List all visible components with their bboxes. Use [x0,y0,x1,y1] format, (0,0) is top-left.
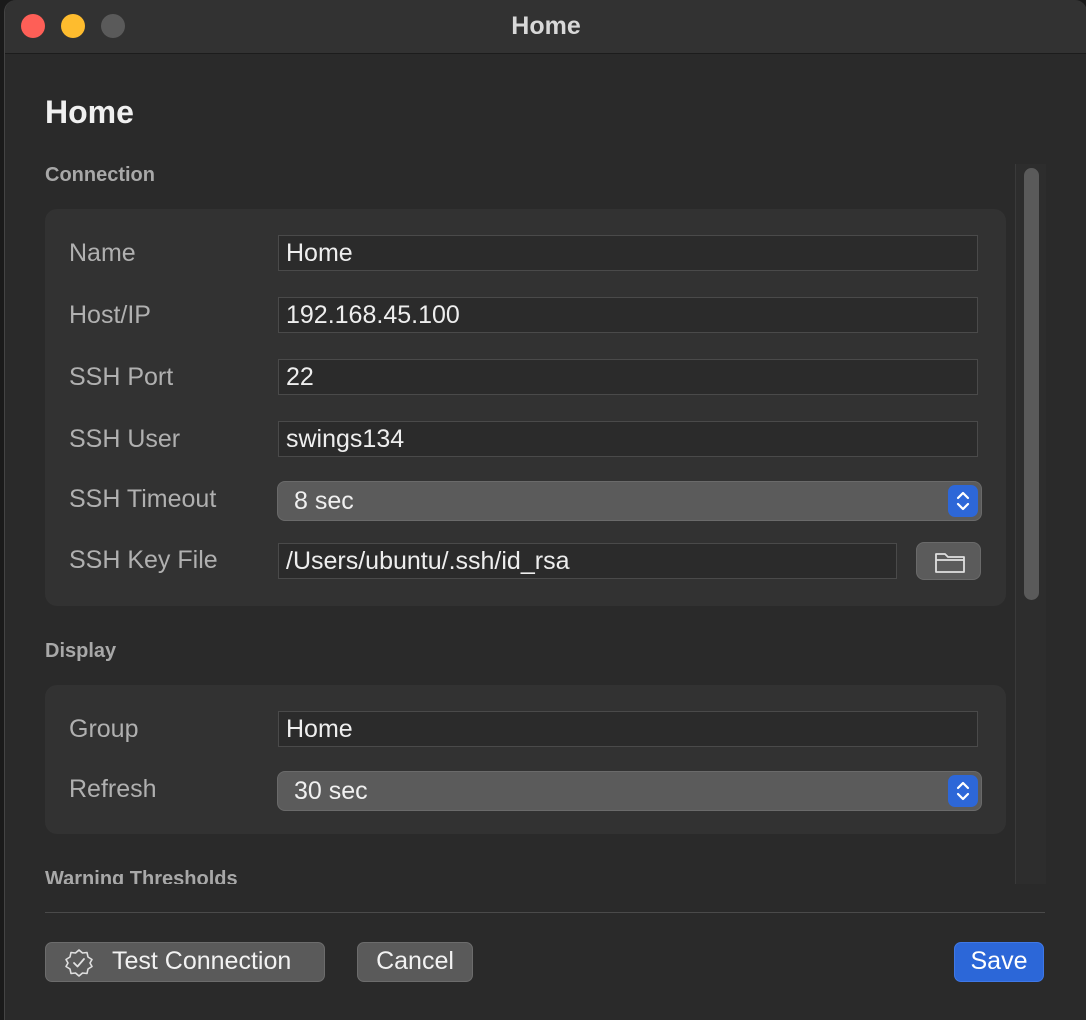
folder-icon [935,553,965,573]
ssh-user-label: SSH User [69,425,181,453]
ssh-key-file-field[interactable] [278,543,897,579]
title-bar: Home [5,0,1086,54]
section-label-warning-thresholds: Warning Thresholds [45,868,238,884]
chevron-up-down-icon [956,781,970,801]
name-label: Name [69,239,136,267]
host-label: Host/IP [69,301,151,329]
ssh-port-label: SSH Port [69,363,174,391]
dialog-window: Home Home Connection Name Host/IP SSH Po… [4,0,1086,1020]
browse-key-file-button[interactable] [916,542,981,580]
name-field[interactable] [278,235,978,271]
refresh-label: Refresh [69,775,157,803]
window-title: Home [511,12,581,40]
refresh-stepper[interactable] [948,775,978,807]
ssh-timeout-select[interactable]: 8 sec [277,481,982,521]
test-connection-label: Test Connection [112,947,292,975]
section-label-connection: Connection [45,164,155,186]
ssh-user-field[interactable] [278,421,978,457]
checkmark-seal-icon [65,949,93,977]
ssh-key-file-label: SSH Key File [69,546,218,574]
connection-panel: Name Host/IP SSH Port SSH User SSH Timeo… [45,209,1006,606]
ssh-timeout-value: 8 sec [294,487,354,515]
footer-divider [45,912,1045,913]
cancel-button[interactable]: Cancel [357,942,473,982]
ssh-timeout-label: SSH Timeout [69,485,217,513]
refresh-select[interactable]: 30 sec [277,771,982,811]
host-field[interactable] [278,297,978,333]
form-scroll-area[interactable]: Connection Name Host/IP SSH Port SSH Use… [5,150,1045,884]
display-panel: Group Refresh 30 sec [45,685,1006,834]
test-connection-button[interactable]: Test Connection [45,942,325,982]
save-button[interactable]: Save [954,942,1044,982]
page-title: Home [45,94,134,130]
group-label: Group [69,715,139,743]
section-label-display: Display [45,640,117,662]
ssh-port-field[interactable] [278,359,978,395]
scrollbar-thumb[interactable] [1024,168,1039,600]
refresh-value: 30 sec [294,777,368,805]
ssh-timeout-stepper[interactable] [948,485,978,517]
group-field[interactable] [278,711,978,747]
chevron-up-down-icon [956,491,970,511]
